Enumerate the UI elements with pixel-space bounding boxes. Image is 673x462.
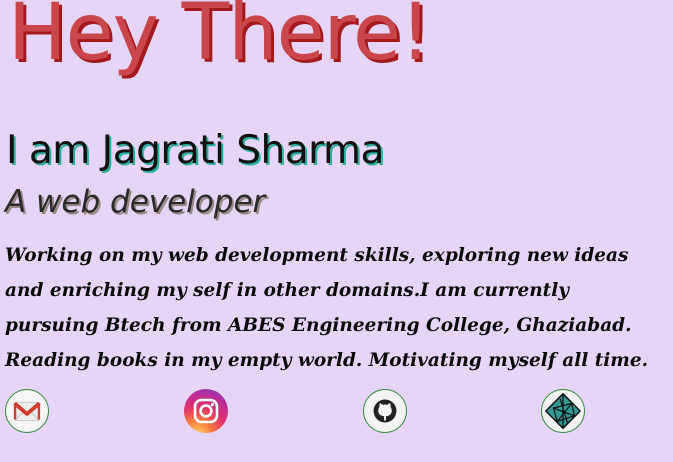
greeting-heading: Hey There!: [8, 0, 431, 78]
bio-paragraph: Working on my web development skills, ex…: [5, 245, 649, 371]
github-icon: [364, 390, 406, 432]
github-link[interactable]: [363, 389, 407, 433]
netlify-link[interactable]: [541, 389, 585, 433]
name-heading: I am Jagrati Sharma: [6, 128, 384, 173]
instagram-link[interactable]: [184, 389, 228, 433]
instagram-icon: [184, 389, 228, 433]
gmail-icon: [6, 390, 48, 432]
social-links: [0, 389, 673, 437]
netlify-icon: [542, 390, 584, 432]
role-heading: A web developer: [5, 184, 266, 220]
gmail-link[interactable]: [5, 389, 49, 433]
